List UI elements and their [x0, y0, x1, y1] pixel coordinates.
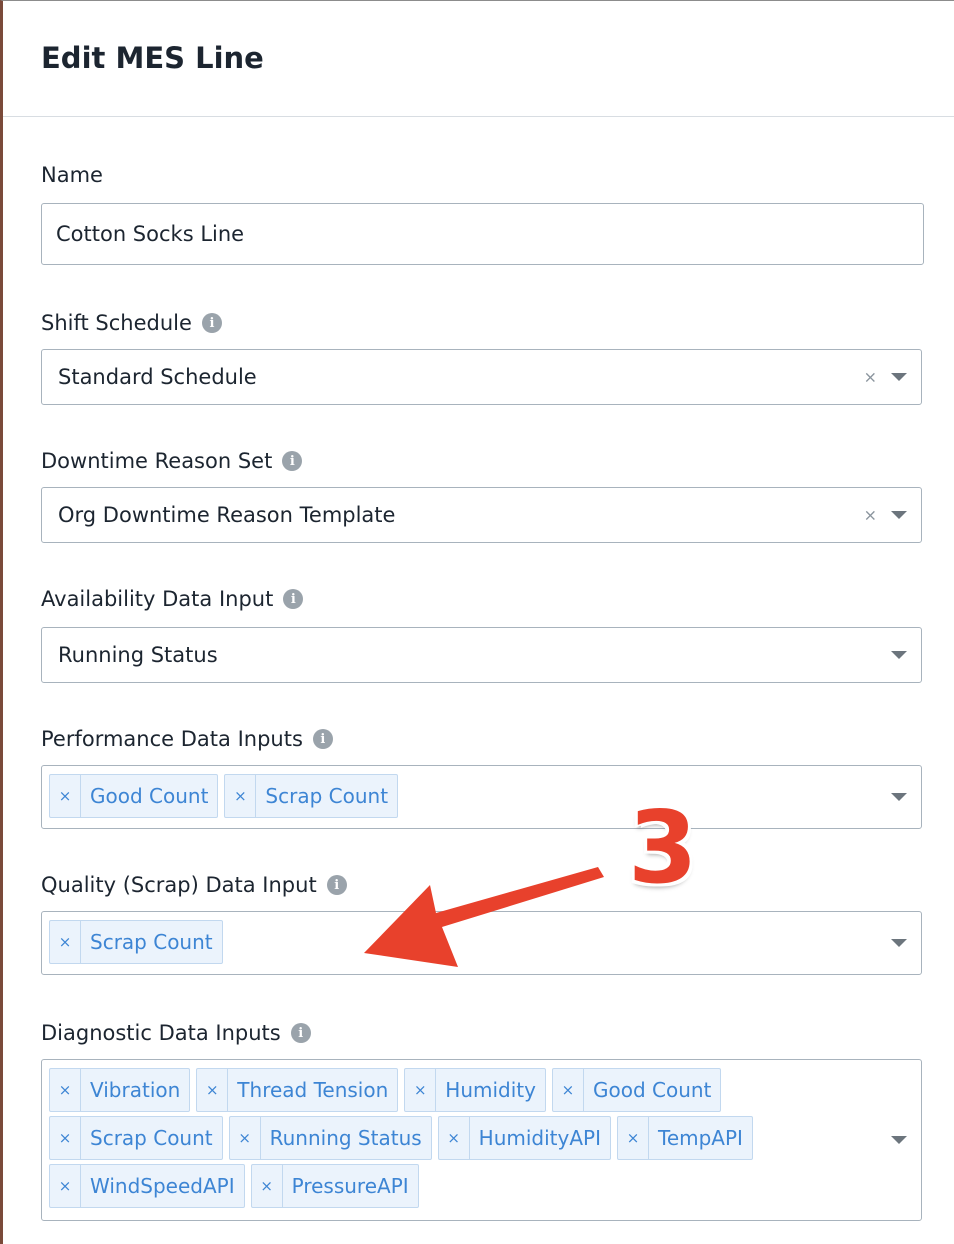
diagnostic-data-inputs-select[interactable]: × Vibration × Thread Tension × Humidity × Good … — [41, 1059, 922, 1221]
tag-label: Good Count — [592, 1078, 712, 1102]
chevron-down-icon[interactable] — [891, 1136, 907, 1144]
quality-label-text: Quality (Scrap) Data Input — [41, 873, 317, 897]
availability-data-input-label: Availability Data Input i — [41, 587, 304, 611]
tag-label: PressureAPI — [291, 1174, 409, 1198]
annotation-arrow — [364, 867, 604, 967]
remove-tag-icon[interactable]: × — [252, 1165, 283, 1207]
performance-label-text: Performance Data Inputs — [41, 727, 303, 751]
name-label-text: Name — [41, 163, 103, 187]
tag-label: Scrap Count — [90, 1126, 213, 1150]
performance-data-inputs-select[interactable]: × Good Count × Scrap Count — [41, 765, 922, 829]
tag-label: TempAPI — [658, 1126, 743, 1150]
modal-title: Edit MES Line — [41, 41, 264, 75]
info-icon[interactable]: i — [326, 875, 347, 895]
edit-mes-line-modal: Edit MES Line Name Shift Schedule i Stan… — [0, 0, 954, 1244]
diagnostic-label-text: Diagnostic Data Inputs — [41, 1021, 281, 1045]
remove-tag-icon[interactable]: × — [50, 775, 81, 817]
selected-tag: × Good Count — [551, 1068, 722, 1112]
remove-tag-icon[interactable]: × — [197, 1069, 229, 1111]
performance-data-inputs-label: Performance Data Inputs i — [41, 727, 333, 751]
downtime-reason-set-value: Org Downtime Reason Template — [58, 503, 396, 527]
chevron-down-icon[interactable] — [891, 373, 907, 381]
shift-schedule-value: Standard Schedule — [58, 365, 257, 389]
modal-header: Edit MES Line — [3, 1, 954, 117]
shift-schedule-label: Shift Schedule i — [41, 311, 222, 335]
remove-tag-icon[interactable]: × — [50, 1069, 81, 1111]
shift-schedule-label-text: Shift Schedule — [41, 311, 192, 335]
selected-tag: × Thread Tension — [196, 1068, 399, 1112]
selected-tag: × Humidity — [404, 1068, 546, 1112]
tag-label: HumidityAPI — [478, 1126, 601, 1150]
selected-tag: × Scrap Count — [224, 774, 399, 818]
remove-tag-icon[interactable]: × — [50, 1117, 81, 1159]
availability-value: Running Status — [58, 643, 218, 667]
diagnostic-tags: × Vibration × Thread Tension × Humidity × Good … — [49, 1068, 881, 1208]
downtime-reason-set-label: Downtime Reason Set i — [41, 449, 303, 473]
tag-label: Scrap Count — [265, 784, 389, 808]
diagnostic-data-inputs-label: Diagnostic Data Inputs i — [41, 1021, 311, 1045]
selected-tag: × Scrap Count — [49, 1116, 223, 1160]
name-label: Name — [41, 163, 103, 187]
annotation-number: 3 — [628, 789, 698, 906]
selected-tag: × Running Status — [228, 1116, 432, 1160]
tag-label: Scrap Count — [90, 930, 213, 954]
selected-tag: × TempAPI — [617, 1116, 753, 1160]
chevron-down-icon[interactable] — [891, 651, 907, 659]
availability-label-text: Availability Data Input — [41, 587, 274, 611]
tag-label: Running Status — [269, 1126, 422, 1150]
chevron-down-icon[interactable] — [891, 511, 907, 519]
availability-data-input-select[interactable]: Running Status — [41, 627, 922, 683]
selected-tag: × HumidityAPI — [437, 1116, 611, 1160]
close-icon[interactable]: × — [864, 506, 877, 525]
tag-label: Good Count — [90, 784, 209, 808]
shift-schedule-select[interactable]: Standard Schedule × — [41, 349, 922, 405]
remove-tag-icon[interactable]: × — [618, 1117, 649, 1159]
chevron-down-icon[interactable] — [891, 939, 907, 947]
remove-tag-icon[interactable]: × — [50, 1165, 81, 1207]
selected-tag: × WindSpeedAPI — [49, 1164, 245, 1208]
remove-tag-icon[interactable]: × — [439, 1117, 470, 1159]
chevron-down-icon[interactable] — [891, 793, 907, 801]
downtime-reason-set-label-text: Downtime Reason Set — [41, 449, 273, 473]
name-input[interactable] — [41, 203, 924, 265]
info-icon[interactable]: i — [283, 589, 304, 609]
selected-tag: × Vibration — [49, 1068, 191, 1112]
tag-label: WindSpeedAPI — [90, 1174, 235, 1198]
info-icon[interactable]: i — [312, 729, 333, 749]
remove-tag-icon[interactable]: × — [405, 1069, 437, 1111]
info-icon[interactable]: i — [201, 313, 222, 333]
remove-tag-icon[interactable]: × — [553, 1069, 584, 1111]
tag-label: Thread Tension — [237, 1078, 389, 1102]
selected-tag: × PressureAPI — [250, 1164, 419, 1208]
downtime-reason-set-select[interactable]: Org Downtime Reason Template × — [41, 487, 922, 543]
tag-label: Humidity — [445, 1078, 536, 1102]
remove-tag-icon[interactable]: × — [50, 921, 81, 963]
selected-tag: × Good Count — [49, 774, 219, 818]
selected-tag: × Scrap Count — [49, 920, 223, 964]
close-icon[interactable]: × — [864, 368, 877, 387]
tag-label: Vibration — [90, 1078, 181, 1102]
remove-tag-icon[interactable]: × — [225, 775, 257, 817]
remove-tag-icon[interactable]: × — [230, 1117, 261, 1159]
performance-tags: × Good Count × Scrap Count — [49, 774, 881, 818]
info-icon[interactable]: i — [282, 451, 303, 471]
quality-data-input-label: Quality (Scrap) Data Input i — [41, 873, 347, 897]
info-icon[interactable]: i — [290, 1023, 311, 1043]
